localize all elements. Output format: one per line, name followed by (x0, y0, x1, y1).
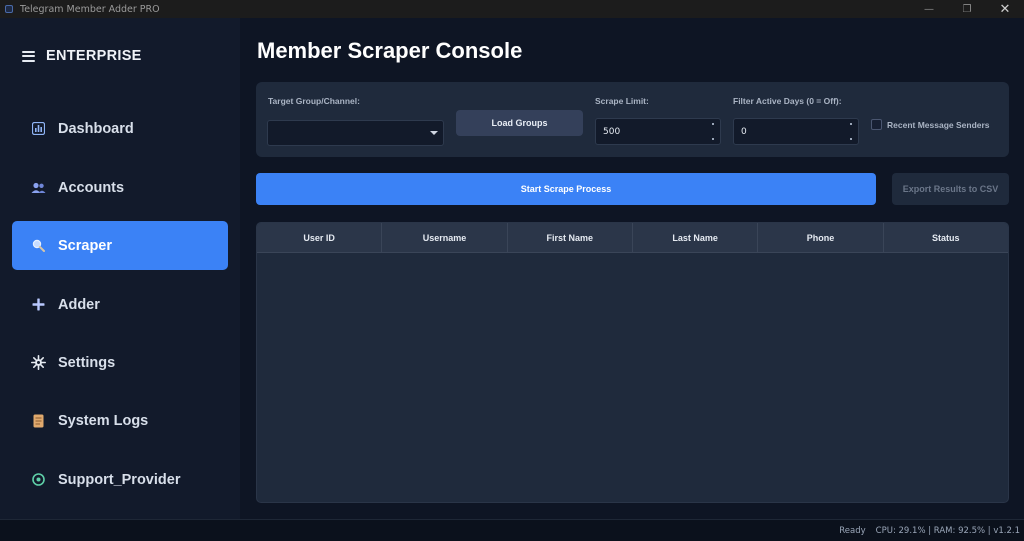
plus-icon (30, 297, 46, 313)
sidebar-item-settings[interactable]: Settings (12, 338, 228, 387)
scrape-controls-panel: Target Group/Channel: Load Groups Scrape… (256, 82, 1009, 157)
brand-title: ENTERPRISE (46, 48, 142, 64)
table-header: User ID Username First Name Last Name Ph… (257, 223, 1008, 253)
sidebar-item-accounts[interactable]: Accounts (12, 163, 228, 212)
column-header-first-name[interactable]: First Name (508, 223, 633, 252)
minimize-button[interactable]: — (910, 0, 948, 18)
scrape-limit-label: Scrape Limit: (595, 96, 649, 106)
results-table: User ID Username First Name Last Name Ph… (256, 222, 1009, 503)
column-header-status[interactable]: Status (884, 223, 1008, 252)
status-bar: Ready CPU: 29.1% | RAM: 92.5% | v1.2.1 (0, 519, 1024, 541)
page-title: Member Scraper Console (257, 38, 523, 63)
app-icon (5, 5, 13, 13)
sidebar-item-label: Support_Provider (58, 471, 181, 488)
export-csv-button[interactable]: Export Results to CSV (892, 173, 1009, 205)
gear-icon (30, 355, 46, 371)
column-header-username[interactable]: Username (382, 223, 508, 252)
sidebar-item-scraper[interactable]: Scraper (12, 221, 228, 270)
close-button[interactable]: ✕ (986, 0, 1024, 18)
hamburger-menu-icon[interactable] (22, 50, 35, 62)
spin-arrows-icon[interactable] (710, 123, 716, 140)
sidebar-item-support-provider[interactable]: Support_Provider (12, 455, 228, 504)
sidebar-item-label: Scraper (58, 237, 113, 254)
sidebar-item-label: Accounts (58, 179, 125, 196)
recent-senders-option[interactable]: Recent Message Senders (871, 119, 990, 130)
users-icon (30, 180, 46, 196)
sidebar-item-system-logs[interactable]: System Logs (12, 396, 228, 445)
scroll-icon (30, 413, 46, 429)
sidebar-item-label: System Logs (58, 412, 149, 429)
filter-active-days-label: Filter Active Days (0 = Off): (733, 96, 842, 106)
spin-arrows-icon[interactable] (848, 123, 854, 140)
bar-chart-icon (30, 121, 46, 137)
sidebar-item-label: Settings (58, 354, 116, 371)
window-controls: — ❐ ✕ (910, 0, 1024, 18)
filter-active-days-value: 0 (741, 126, 747, 137)
window-title: Telegram Member Adder PRO (20, 3, 160, 15)
sidebar-item-label: Adder (58, 296, 100, 313)
column-header-last-name[interactable]: Last Name (633, 223, 759, 252)
status-text: Ready (839, 525, 866, 536)
load-groups-button[interactable]: Load Groups (456, 110, 583, 136)
column-header-user-id[interactable]: User ID (257, 223, 383, 252)
chevron-down-icon (430, 131, 438, 135)
sidebar-brand: ENTERPRISE (22, 48, 142, 64)
recent-senders-label: Recent Message Senders (887, 119, 990, 130)
magnifier-icon (30, 238, 46, 254)
main-content: Member Scraper Console Target Group/Chan… (240, 18, 1024, 519)
system-stats: CPU: 29.1% | RAM: 92.5% | v1.2.1 (875, 525, 1020, 536)
sidebar-item-label: Dashboard (58, 120, 134, 137)
scrape-limit-value: 500 (603, 126, 621, 137)
start-scrape-button[interactable]: Start Scrape Process (256, 173, 876, 205)
recent-senders-checkbox[interactable] (871, 119, 882, 130)
support-icon (30, 472, 46, 488)
sidebar-item-adder[interactable]: Adder (12, 280, 228, 329)
window-titlebar: Telegram Member Adder PRO — ❐ ✕ (0, 0, 1024, 18)
restore-button[interactable]: ❐ (948, 0, 986, 18)
filter-active-days-spinbox[interactable]: 0 (733, 118, 859, 145)
sidebar: ENTERPRISE Dashboard Accounts Scraper Ad… (0, 18, 240, 519)
scrape-limit-spinbox[interactable]: 500 (595, 118, 721, 145)
target-group-select[interactable] (267, 120, 444, 146)
sidebar-item-dashboard[interactable]: Dashboard (12, 104, 228, 153)
target-group-label: Target Group/Channel: (268, 96, 360, 106)
column-header-phone[interactable]: Phone (758, 223, 884, 252)
